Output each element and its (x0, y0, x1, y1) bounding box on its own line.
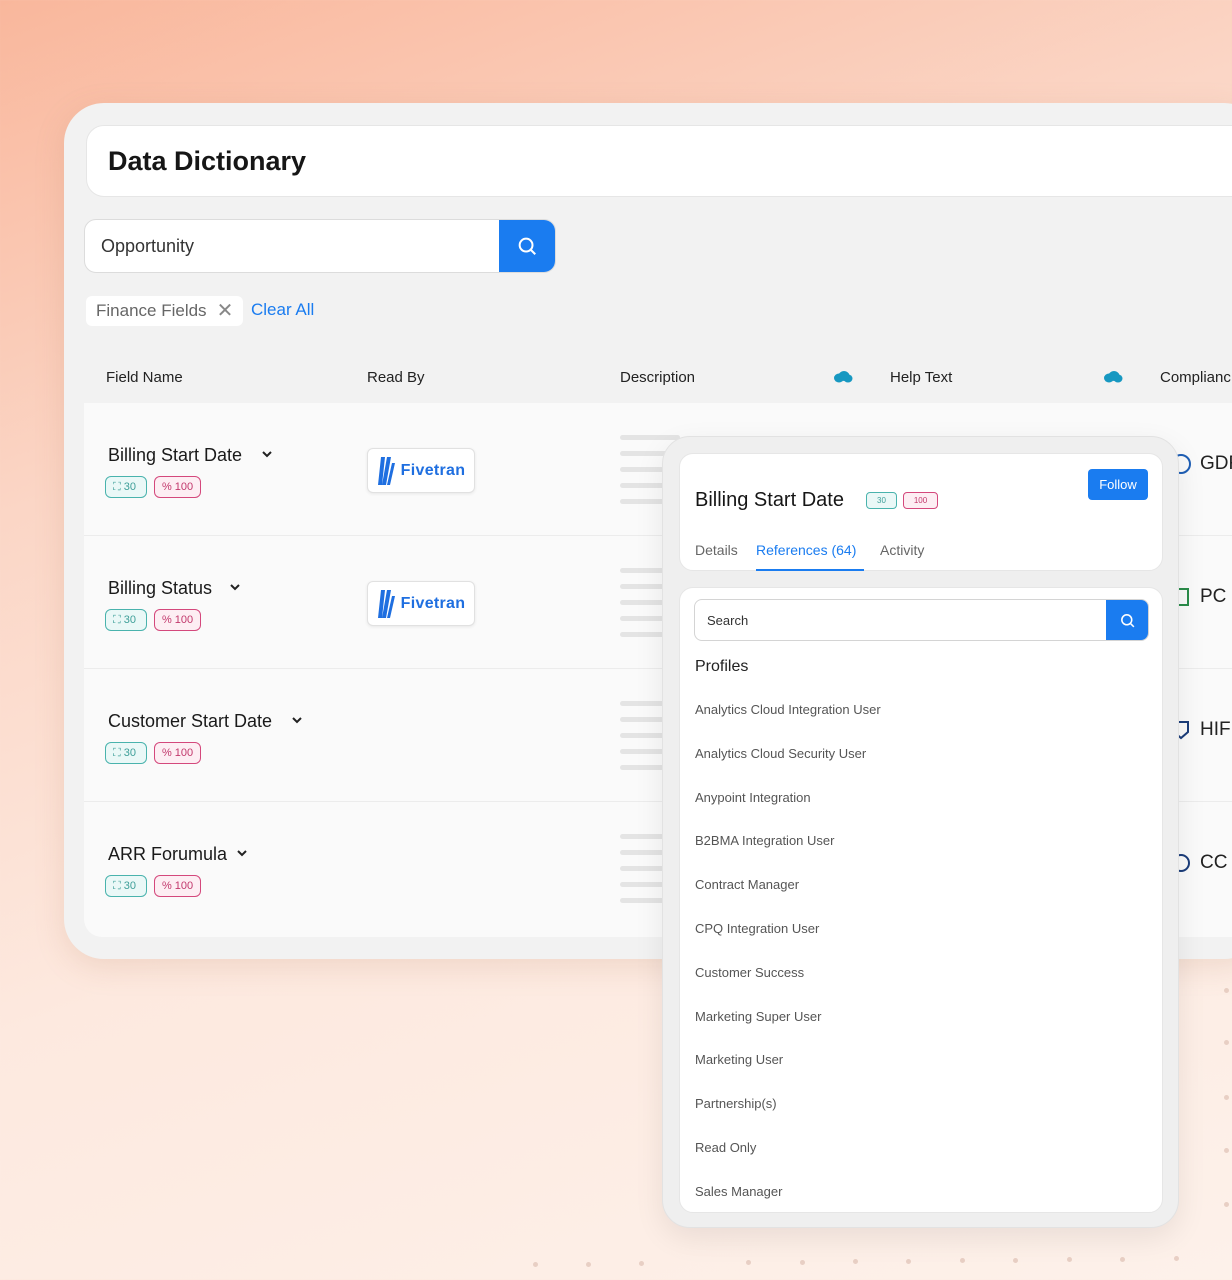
usage-icon: ⛶ (113, 480, 121, 493)
tab-activity[interactable]: Activity (880, 542, 924, 558)
active-tab-indicator (756, 569, 864, 571)
salesforce-cloud-icon (834, 371, 853, 383)
field-name[interactable]: ARR Forumula (108, 844, 227, 865)
field-detail-panel: Billing Start Date 30 100 Follow Details… (662, 436, 1179, 1228)
list-item[interactable]: Customer Success (695, 965, 804, 980)
fivetran-logo: Fivetran (367, 448, 475, 493)
column-read-by[interactable]: Read By (367, 369, 425, 386)
field-usage-badge: ⛶ 30 (105, 742, 147, 764)
table-header: Field Name Read By Description Help Text… (84, 357, 1232, 401)
field-percent-badge: % 100 (154, 609, 201, 631)
filter-chip: Finance Fields ✕ (86, 296, 244, 326)
search-icon (1120, 613, 1134, 627)
chevron-down-icon[interactable] (235, 846, 249, 860)
usage-icon: ⛶ (113, 879, 121, 892)
references-search-box (694, 599, 1149, 641)
percent-icon: % (162, 747, 172, 759)
list-item[interactable]: Sales Manager (695, 1184, 782, 1199)
references-list: Profiles Analytics Cloud Integration Use… (679, 587, 1163, 1213)
field-name[interactable]: Billing Start Date (108, 445, 242, 466)
follow-button[interactable]: Follow (1088, 469, 1148, 500)
field-name[interactable]: Billing Status (108, 578, 212, 599)
percent-icon: % (162, 481, 172, 493)
field-percent-badge: % 100 (154, 875, 201, 897)
column-help-text[interactable]: Help Text (890, 369, 952, 386)
list-item[interactable]: Marketing Super User (695, 1009, 821, 1024)
filter-chip-label: Finance Fields (96, 301, 207, 320)
search-icon (518, 237, 536, 255)
salesforce-cloud-icon (1104, 371, 1123, 383)
field-percent-badge: % 100 (154, 476, 201, 498)
search-box (84, 219, 556, 273)
field-percent-badge: % 100 (154, 742, 201, 764)
page-title: Data Dictionary (108, 146, 307, 176)
field-percent-badge: 100 (903, 492, 938, 509)
search-button[interactable] (499, 220, 555, 272)
column-compliance[interactable]: Complianc (1160, 369, 1231, 386)
section-title: Profiles (695, 658, 749, 675)
list-item[interactable]: Analytics Cloud Integration User (695, 702, 881, 717)
tab-details[interactable]: Details (695, 542, 738, 558)
field-usage-badge: ⛶ 30 (105, 609, 147, 631)
list-item[interactable]: Contract Manager (695, 877, 799, 892)
percent-icon: % (162, 614, 172, 626)
column-field-name[interactable]: Field Name (106, 369, 183, 386)
chevron-down-icon[interactable] (228, 580, 242, 594)
list-item[interactable]: B2BMA Integration User (695, 833, 834, 848)
chevron-down-icon[interactable] (260, 447, 274, 461)
fivetran-icon (377, 589, 395, 618)
column-description[interactable]: Description (620, 369, 695, 386)
field-usage-badge: ⛶ 30 (105, 476, 147, 498)
panel-title: Billing Start Date (695, 489, 844, 511)
compliance-cell: HIF (1170, 719, 1231, 741)
list-item[interactable]: Anypoint Integration (695, 790, 811, 805)
compliance-cell: GDF (1170, 453, 1232, 475)
field-name[interactable]: Customer Start Date (108, 711, 272, 732)
percent-icon: % (162, 880, 172, 892)
usage-icon: ⛶ (113, 746, 121, 759)
list-item[interactable]: Marketing User (695, 1052, 783, 1067)
chevron-down-icon[interactable] (290, 713, 304, 727)
list-item[interactable]: Read Only (695, 1140, 756, 1155)
clear-all-link[interactable]: Clear All (251, 300, 314, 320)
fivetran-icon (377, 456, 395, 485)
tab-references[interactable]: References (64) (756, 542, 856, 558)
title-bar: Data Dictionary (86, 125, 1232, 197)
panel-header: Billing Start Date 30 100 Follow Details… (679, 453, 1163, 571)
references-search-input[interactable] (695, 600, 1107, 640)
remove-filter-icon[interactable]: ✕ (217, 301, 234, 321)
references-search-button[interactable] (1106, 600, 1148, 640)
fivetran-logo: Fivetran (367, 581, 475, 626)
list-item[interactable]: Partnership(s) (695, 1096, 777, 1111)
list-item[interactable]: CPQ Integration User (695, 921, 819, 936)
field-usage-badge: 30 (866, 492, 897, 509)
list-item[interactable]: Analytics Cloud Security User (695, 746, 866, 761)
usage-icon: ⛶ (113, 613, 121, 626)
field-usage-badge: ⛶ 30 (105, 875, 147, 897)
search-input[interactable] (85, 220, 501, 272)
